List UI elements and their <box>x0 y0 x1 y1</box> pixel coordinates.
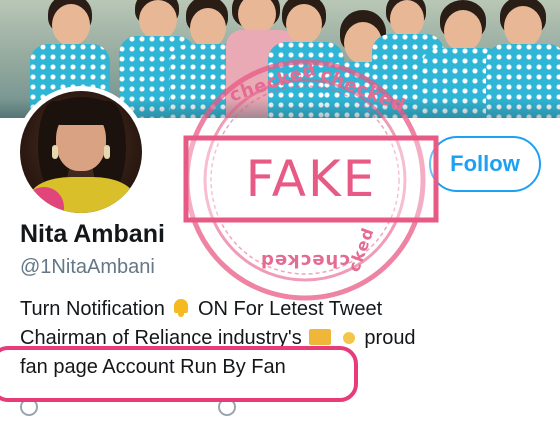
fake-stamp-label: FAKE <box>245 150 377 208</box>
highlight-marker <box>0 346 358 402</box>
stamp-ring-text: checked <box>260 250 350 271</box>
